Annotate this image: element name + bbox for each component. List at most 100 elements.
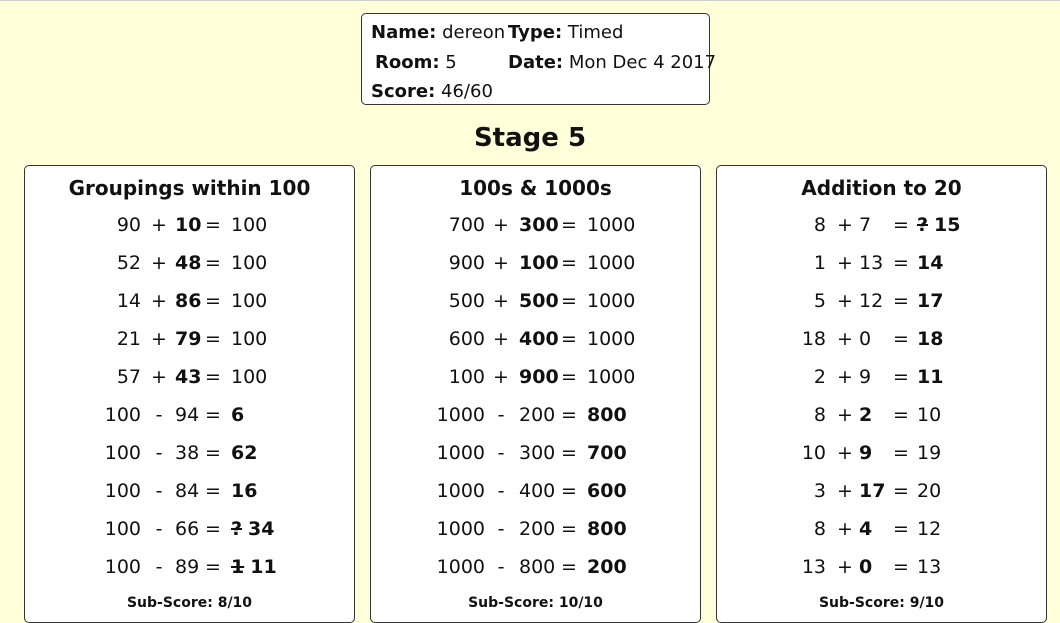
- operand-a: 13: [801, 556, 826, 578]
- equals-sign: =: [561, 442, 577, 464]
- sub-score: Sub-Score: 8/10: [126, 595, 253, 611]
- problem-row: 8 +7 =? 15: [717, 208, 1046, 246]
- result: 100: [231, 252, 267, 274]
- operand-b: 94: [175, 404, 200, 426]
- result: 100: [231, 214, 267, 236]
- panel-title: 100s & 1000s: [459, 176, 612, 200]
- panel-title: Groupings within 100: [68, 176, 311, 200]
- operator: -: [155, 518, 163, 540]
- operator: +: [151, 366, 167, 388]
- equals-sign: =: [205, 480, 221, 502]
- result: 600: [587, 480, 627, 502]
- equals-sign: =: [205, 328, 221, 350]
- name-label: Name:: [371, 22, 437, 43]
- operand-a: 57: [116, 366, 141, 388]
- equals-sign: =: [561, 252, 577, 274]
- panel-100s-and-1000s: 100s & 1000s 700 +300 = 1000 900 +100 = 1000 500…: [370, 165, 701, 623]
- problem-row: 100-84 = 16: [25, 474, 354, 512]
- type-label: Type:: [508, 22, 563, 43]
- equals-sign: =: [561, 404, 577, 426]
- result: 1000: [587, 290, 635, 312]
- equals-sign: =: [561, 480, 577, 502]
- problem-row: 900 +100 = 1000: [371, 246, 700, 284]
- panel-groupings-within-100: Groupings within 100 90 +10 = 100 52 +48 = 100 1…: [24, 165, 355, 623]
- operand-a: 100: [104, 556, 141, 578]
- total-score: 46/60: [441, 81, 493, 102]
- equals-sign: =: [893, 366, 909, 388]
- result-value: 1000: [587, 290, 636, 312]
- student-info-card: Name: dereon Type: Timed Room: 5 Date: M…: [361, 13, 716, 105]
- operand-b: 43: [175, 366, 202, 388]
- problem-row: 21 +79 = 100: [25, 322, 354, 360]
- operand-b: 200: [519, 404, 556, 426]
- problem-row: 1000-300 = 700: [371, 436, 700, 474]
- operand-a: 100: [104, 518, 141, 540]
- operator: +: [837, 214, 853, 236]
- result: 20: [917, 480, 941, 502]
- panel-title: Addition to 20: [801, 176, 962, 200]
- test-type: Timed: [567, 22, 624, 43]
- operand-a: 5: [813, 290, 826, 312]
- operand-b: 400: [519, 480, 556, 502]
- operand-b: 7: [859, 214, 872, 236]
- equals-sign: =: [893, 214, 909, 236]
- result-value: 700: [587, 442, 627, 464]
- operand-b: 17: [859, 480, 886, 502]
- operand-a: 500: [448, 290, 485, 312]
- result-value: 100: [231, 252, 268, 274]
- problem-row: 3 +17 = 20: [717, 474, 1046, 512]
- equals-sign: =: [205, 442, 221, 464]
- result-value: 100: [231, 290, 268, 312]
- operand-b: 0: [859, 556, 873, 578]
- operand-b: 300: [519, 442, 556, 464]
- problem-row: 500 +500 = 1000: [371, 284, 700, 322]
- operand-b: 900: [519, 366, 559, 388]
- operand-a: 14: [116, 290, 141, 312]
- problem-row: 1000-800 = 200: [371, 550, 700, 588]
- operand-a: 3: [813, 480, 826, 502]
- equals-sign: =: [205, 404, 221, 426]
- operand-b: 9: [859, 442, 873, 464]
- problem-row: 8 +4 = 12: [717, 512, 1046, 550]
- result-value: 10: [917, 404, 942, 426]
- result-value: 17: [917, 290, 944, 312]
- operand-a: 18: [801, 328, 826, 350]
- equals-sign: =: [893, 556, 909, 578]
- operand-b: 300: [519, 214, 559, 236]
- result-value: 16: [231, 480, 258, 502]
- operand-b: 0: [859, 328, 872, 350]
- result: 17: [917, 290, 943, 312]
- operator: +: [493, 214, 509, 236]
- operand-b: 2: [859, 404, 873, 426]
- equals-sign: =: [561, 328, 577, 350]
- equals-sign: =: [893, 518, 909, 540]
- result: 1000: [587, 328, 635, 350]
- result: 800: [587, 404, 627, 426]
- operand-a: 1000: [436, 480, 485, 502]
- problem-list: 700 +300 = 1000 900 +100 = 1000 500 +500 = 1000 600 +…: [371, 208, 700, 588]
- operator: +: [493, 290, 509, 312]
- sub-score: Sub-Score: 10/10: [468, 595, 603, 611]
- equals-sign: =: [893, 480, 909, 502]
- operand-a: 100: [104, 480, 141, 502]
- result-value: 600: [587, 480, 627, 502]
- problem-row: 90 +10 = 100: [25, 208, 354, 246]
- operator: +: [151, 328, 167, 350]
- operand-b: 9: [859, 366, 872, 388]
- operand-a: 1000: [436, 404, 485, 426]
- operand-a: 1: [813, 252, 826, 274]
- result: 1 11: [231, 556, 277, 578]
- equals-sign: =: [205, 518, 221, 540]
- equals-sign: =: [205, 290, 221, 312]
- problem-list: 8 +7 =? 15 1 +13 = 14 5 +12 = 17 18 +0 = 18 2 +9 = 11 8 +2 = 10…: [717, 208, 1046, 588]
- operand-a: 8: [813, 214, 826, 236]
- problem-row: 100-94 = 6: [25, 398, 354, 436]
- result-value: 18: [917, 328, 944, 350]
- operand-b: 400: [519, 328, 559, 350]
- equals-sign: =: [893, 442, 909, 464]
- student-name: dereon: [442, 22, 506, 43]
- operator: -: [155, 556, 163, 578]
- operator: +: [837, 366, 853, 388]
- result-value: 1000: [587, 252, 636, 274]
- operator: -: [155, 442, 163, 464]
